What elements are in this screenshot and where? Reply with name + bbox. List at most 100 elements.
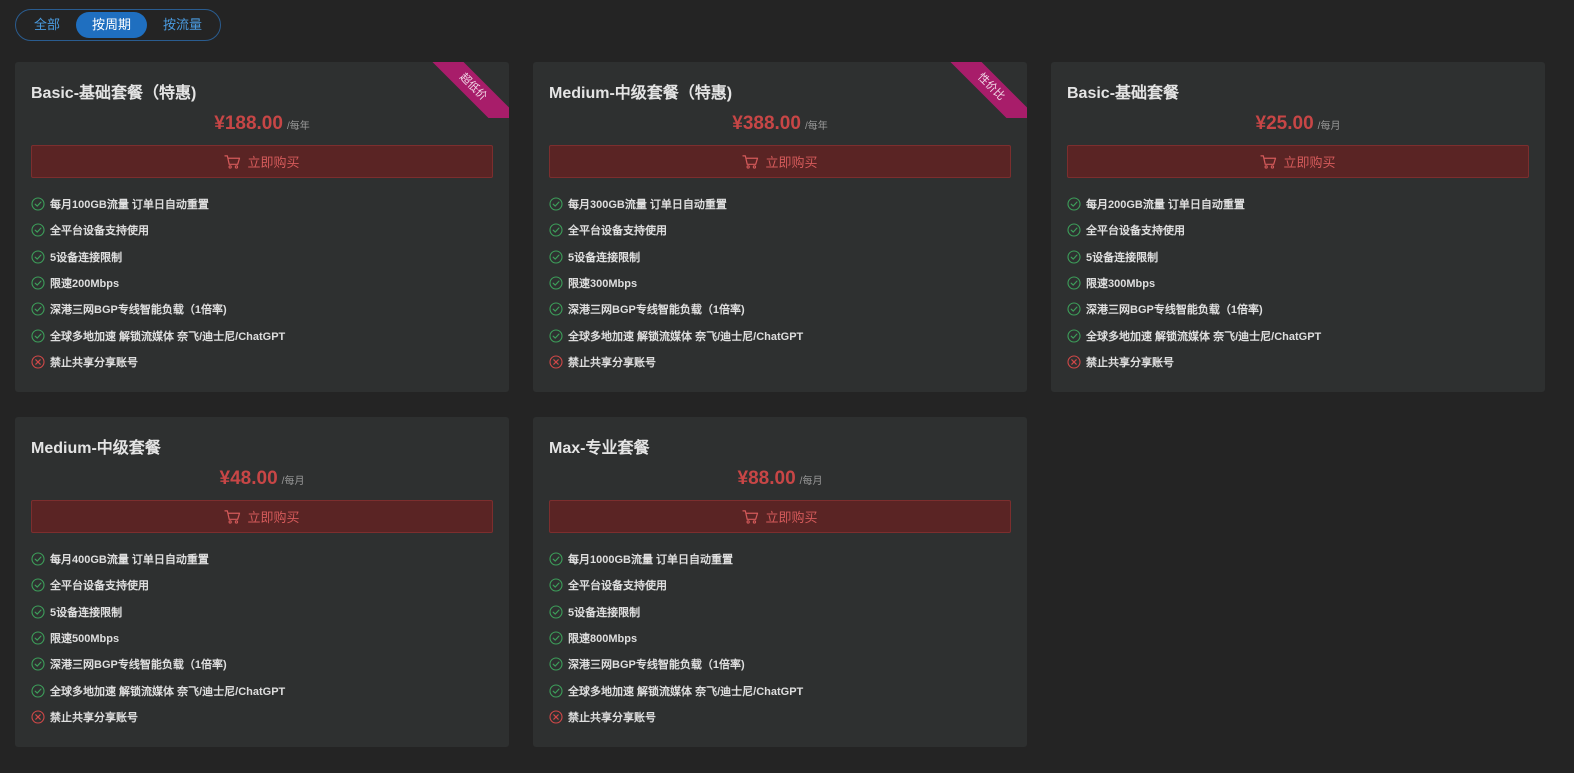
check-icon bbox=[549, 605, 563, 619]
feature-item: 全球多地加速 解锁流媒体 奈飞/迪士尼/ChatGPT bbox=[31, 677, 285, 703]
promo-ribbon: 性价比 bbox=[943, 62, 1027, 118]
feature-text: 全平台设备支持使用 bbox=[50, 580, 149, 593]
feature-text: 全球多地加速 解锁流媒体 奈飞/迪士尼/ChatGPT bbox=[50, 685, 286, 698]
plan-period: /每年 bbox=[286, 121, 310, 132]
feature-item: 每月400GB流量 订单日自动重置 bbox=[31, 546, 285, 572]
feature-item: 全球多地加速 解锁流媒体 奈飞/迪士尼/ChatGPT bbox=[549, 322, 803, 348]
cart-icon bbox=[742, 155, 759, 169]
check-icon bbox=[31, 605, 45, 619]
feature-list: 每月1000GB流量 订单日自动重置 全平台设备支持使用 5设备连接限制 限速800M… bbox=[549, 546, 803, 730]
feature-text: 5设备连接限制 bbox=[568, 606, 641, 619]
feature-item: 深港三网BGP专线智能负载（1倍率) bbox=[549, 296, 803, 322]
feature-item: 5设备连接限制 bbox=[549, 244, 803, 270]
buy-now-button[interactable]: 立即购买 bbox=[549, 145, 1011, 178]
feature-item: 5设备连接限制 bbox=[31, 244, 285, 270]
feature-text: 全平台设备支持使用 bbox=[1086, 225, 1185, 238]
plan-title: Medium-中级套餐（特惠) bbox=[549, 85, 733, 102]
feature-text: 每月300GB流量 订单日自动重置 bbox=[568, 199, 727, 212]
feature-item: 限速200Mbps bbox=[31, 270, 285, 296]
feature-item: 5设备连接限制 bbox=[31, 599, 285, 625]
check-icon bbox=[31, 657, 45, 671]
feature-item: 全球多地加速 解锁流媒体 奈飞/迪士尼/ChatGPT bbox=[1067, 322, 1321, 348]
plan-title: Medium-中级套餐 bbox=[31, 440, 161, 457]
feature-text: 深港三网BGP专线智能负载（1倍率) bbox=[568, 659, 745, 672]
plan-title: Basic-基础套餐 bbox=[1067, 85, 1180, 102]
price-row: ¥25.00/每月 bbox=[1051, 113, 1545, 135]
plan-period: /每月 bbox=[281, 476, 305, 487]
feature-text: 全平台设备支持使用 bbox=[568, 225, 667, 238]
buy-now-button[interactable]: 立即购买 bbox=[31, 500, 493, 533]
check-icon bbox=[1067, 276, 1081, 290]
feature-list: 每月100GB流量 订单日自动重置 全平台设备支持使用 5设备连接限制限速200Mb… bbox=[31, 191, 285, 375]
check-icon bbox=[549, 276, 563, 290]
cross-icon bbox=[1067, 355, 1081, 369]
feature-text: 限速500Mbps bbox=[50, 633, 120, 646]
check-icon bbox=[1067, 250, 1081, 264]
check-icon bbox=[31, 329, 45, 343]
check-icon bbox=[31, 250, 45, 264]
plan-price: ¥48.00 bbox=[219, 468, 278, 489]
feature-text: 禁止共享分享账号 bbox=[568, 711, 656, 724]
feature-text: 深港三网BGP专线智能负载（1倍率) bbox=[50, 304, 227, 317]
plan-card: Medium-中级套餐 ¥48.00/每月 立即购买 每月400GB流量 订单日… bbox=[15, 417, 509, 747]
feature-text: 全球多地加速 解锁流媒体 奈飞/迪士尼/ChatGPT bbox=[568, 685, 804, 698]
check-icon bbox=[31, 302, 45, 316]
cross-icon bbox=[31, 355, 45, 369]
check-icon bbox=[549, 329, 563, 343]
check-icon bbox=[549, 578, 563, 592]
cross-icon bbox=[549, 710, 563, 724]
feature-item: 深港三网BGP专线智能负载（1倍率) bbox=[31, 296, 285, 322]
feature-item: 禁止共享分享账号 bbox=[1067, 349, 1321, 375]
feature-list: 每月200GB流量 订单日自动重置 全平台设备支持使用 5设备连接限制限速300Mb… bbox=[1067, 191, 1321, 375]
feature-text: 每月100GB流量 订单日自动重置 bbox=[50, 199, 209, 212]
feature-item: 每月200GB流量 订单日自动重置 bbox=[1067, 191, 1321, 217]
feature-text: 5设备连接限制 bbox=[1086, 251, 1159, 264]
feature-item: 限速500Mbps bbox=[31, 625, 285, 651]
cart-icon bbox=[742, 510, 759, 524]
feature-text: 深港三网BGP专线智能负载（1倍率) bbox=[50, 659, 227, 672]
cart-icon bbox=[1260, 155, 1277, 169]
check-icon bbox=[549, 684, 563, 698]
buy-now-label: 立即购买 bbox=[765, 510, 818, 525]
feature-text: 限速800Mbps bbox=[568, 633, 638, 646]
feature-list: 每月400GB流量 订单日自动重置全平台设备支持使用 5设备连接限制限速500Mb… bbox=[31, 546, 285, 730]
cross-icon bbox=[549, 355, 563, 369]
feature-item: 全平台设备支持使用 bbox=[31, 572, 285, 598]
cart-icon bbox=[224, 155, 241, 169]
buy-now-button[interactable]: 立即购买 bbox=[549, 500, 1011, 533]
promo-ribbon: 超低价 bbox=[425, 62, 509, 118]
tab-all[interactable]: 全部 bbox=[18, 12, 76, 38]
feature-text: 全平台设备支持使用 bbox=[50, 225, 149, 238]
buy-now-button[interactable]: 立即购买 bbox=[31, 145, 493, 178]
check-icon bbox=[549, 223, 563, 237]
plan-price: ¥25.00 bbox=[1255, 113, 1314, 134]
price-row: ¥188.00/每年 bbox=[15, 113, 509, 135]
check-icon bbox=[549, 631, 563, 645]
feature-item: 深港三网BGP专线智能负载（1倍率) bbox=[549, 651, 803, 677]
check-icon bbox=[549, 197, 563, 211]
promo-ribbon-label: 超低价 bbox=[425, 62, 509, 118]
feature-text: 每月200GB流量 订单日自动重置 bbox=[1086, 199, 1245, 212]
plan-price: ¥388.00 bbox=[732, 113, 801, 134]
buy-now-button[interactable]: 立即购买 bbox=[1067, 145, 1529, 178]
feature-item: 全球多地加速 解锁流媒体 奈飞/迪士尼/ChatGPT bbox=[549, 677, 803, 703]
feature-list: 每月300GB流量 订单日自动重置 全平台设备支持使用 5设备连接限制限速300Mb… bbox=[549, 191, 803, 375]
check-icon bbox=[549, 552, 563, 566]
feature-text: 全球多地加速 解锁流媒体 奈飞/迪士尼/ChatGPT bbox=[1086, 330, 1322, 343]
feature-item: 限速300Mbps bbox=[549, 270, 803, 296]
tab-by-period[interactable]: 按周期 bbox=[76, 12, 148, 38]
feature-item: 限速800Mbps bbox=[549, 625, 803, 651]
plan-card: 性价比 Medium-中级套餐（特惠) ¥388.00/每年 立即购买 每月30… bbox=[533, 62, 1027, 392]
feature-text: 限速300Mbps bbox=[568, 278, 638, 291]
check-icon bbox=[31, 552, 45, 566]
feature-item: 深港三网BGP专线智能负载（1倍率) bbox=[31, 651, 285, 677]
feature-item: 限速300Mbps bbox=[1067, 270, 1321, 296]
check-icon bbox=[1067, 329, 1081, 343]
feature-text: 5设备连接限制 bbox=[50, 251, 123, 264]
plan-title: Max-专业套餐 bbox=[549, 440, 650, 457]
buy-now-label: 立即购买 bbox=[247, 510, 300, 525]
buy-now-label: 立即购买 bbox=[765, 155, 818, 170]
tab-by-traffic[interactable]: 按流量 bbox=[147, 12, 218, 38]
check-icon bbox=[549, 302, 563, 316]
check-icon bbox=[1067, 223, 1081, 237]
